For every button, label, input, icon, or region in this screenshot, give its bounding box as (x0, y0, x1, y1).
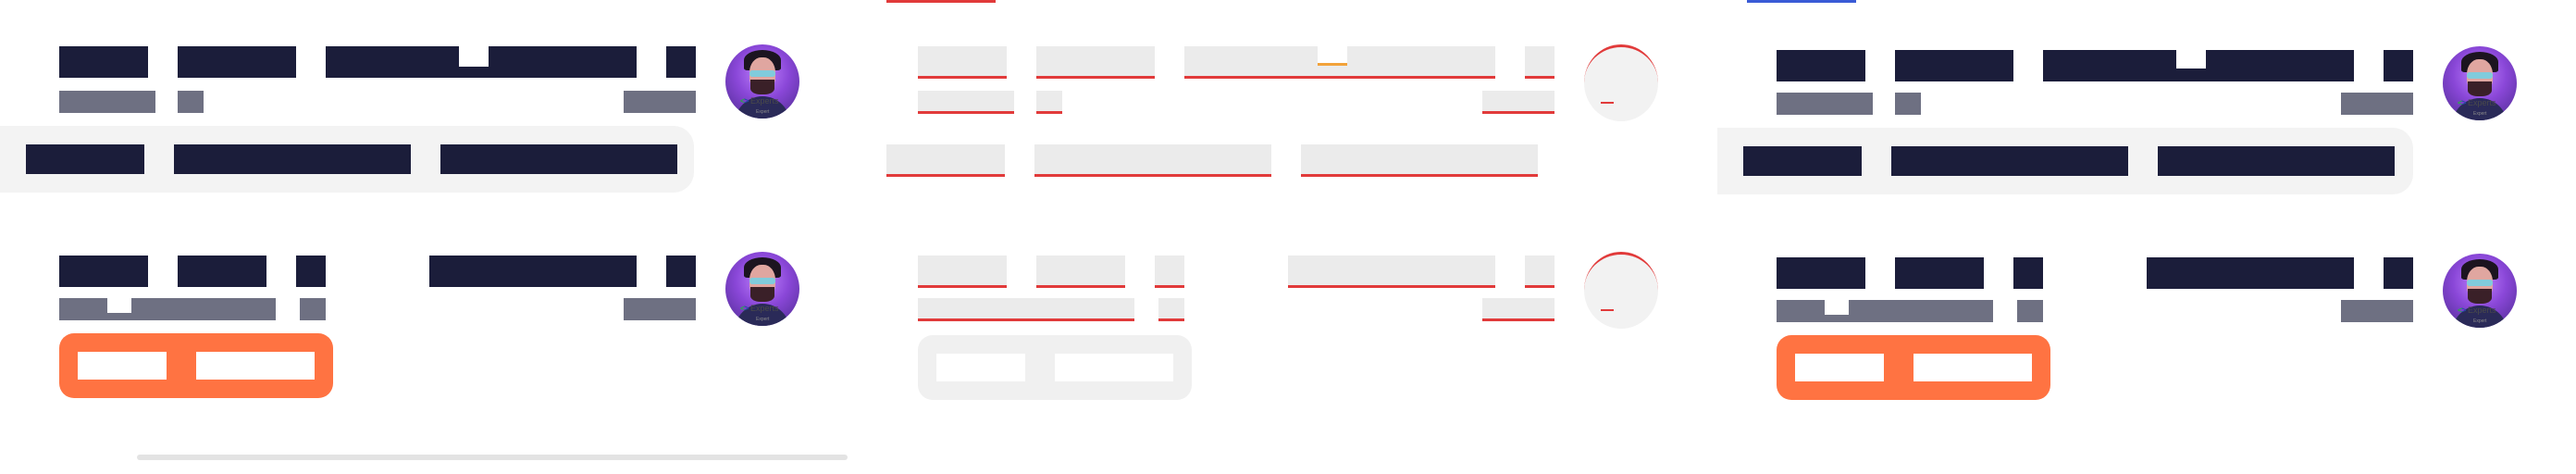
question-meta-segment (1895, 93, 1921, 115)
title-gap (459, 46, 489, 67)
avatar-skeleton-icon (1584, 44, 1658, 121)
experts-logo-icon: <> (740, 96, 749, 106)
filter-row (1717, 128, 2413, 194)
tag-chip[interactable] (1913, 354, 2032, 381)
experts-badge-label: Experts (2468, 306, 2496, 315)
title-gap (1318, 46, 1347, 66)
question-meta-segment (300, 298, 326, 320)
meta-gap (107, 298, 131, 313)
meta-skeleton (1036, 91, 1062, 114)
tag-chip-skeleton (936, 354, 1025, 381)
tag-group (1777, 335, 2050, 400)
experts-badge-sublabel: Expert (2473, 111, 2487, 117)
avatar-skeleton-icon (1584, 252, 1658, 329)
filter-row (0, 126, 694, 193)
meta-skeleton (918, 91, 1014, 114)
question-title-segment (429, 256, 637, 287)
filter-tab[interactable] (26, 144, 144, 174)
title-skeleton (1036, 256, 1125, 288)
filter-tab-skeleton (1301, 144, 1538, 177)
question-title-segment (2147, 257, 2354, 289)
question-title-segment (2384, 50, 2413, 81)
title-skeleton (918, 256, 1007, 288)
question-meta-segment (1777, 300, 1993, 322)
question-title-segment (59, 256, 148, 287)
question-title-segment (2384, 257, 2413, 289)
tag-chip-skeleton (1055, 354, 1173, 381)
question-date (624, 91, 696, 113)
experts-badge: <> Experts (2458, 306, 2496, 315)
experts-logo-icon: <> (2458, 98, 2467, 107)
question-title-segment (59, 46, 148, 78)
filter-tab[interactable] (440, 144, 677, 174)
experts-badge-label: Experts (2468, 98, 2496, 107)
question-meta-segment (1777, 93, 1873, 115)
tag-chip[interactable] (1795, 354, 1884, 381)
expert-avatar-icon[interactable] (725, 44, 799, 118)
title-skeleton (1036, 46, 1155, 79)
experts-badge: <> Experts (2458, 98, 2496, 107)
filter-tab[interactable] (174, 144, 411, 174)
experts-badge-label: Experts (750, 304, 779, 313)
question-title-segment (666, 256, 696, 287)
question-meta-segment (178, 91, 204, 113)
experts-badge-sublabel: Expert (756, 317, 770, 322)
experts-badge: <> Experts (740, 304, 779, 313)
card-list-panel-skeleton (864, 0, 1717, 474)
title-skeleton (1525, 256, 1554, 288)
question-title-segment (1895, 257, 1984, 289)
filter-tab-skeleton (886, 144, 1005, 177)
question-meta-segment (2017, 300, 2043, 322)
experts-badge-sublabel: Expert (756, 109, 770, 115)
card-list-panel-3: <> Experts Expert <> Experts Expert (1717, 0, 2576, 474)
top-accent (1747, 0, 1856, 3)
date-skeleton (1482, 91, 1554, 114)
title-skeleton (1288, 256, 1495, 288)
title-skeleton (918, 46, 1007, 79)
experts-logo-icon: <> (740, 304, 749, 313)
expert-avatar-icon[interactable] (2443, 46, 2517, 120)
experts-logo-icon: <> (2458, 306, 2467, 315)
question-date (2341, 300, 2413, 322)
top-accent (886, 0, 996, 3)
tag-group (59, 333, 333, 398)
filter-tab[interactable] (1743, 146, 1862, 176)
meta-gap (1825, 300, 1849, 315)
badge-skeleton (1601, 96, 1614, 104)
horizontal-scrollbar[interactable] (137, 455, 848, 460)
experts-badge: <> Experts (740, 96, 779, 106)
tag-chip[interactable] (196, 352, 315, 380)
title-skeleton (1155, 256, 1184, 288)
question-meta-segment (59, 298, 276, 320)
question-meta-segment (59, 91, 155, 113)
badge-skeleton (1601, 304, 1614, 311)
tag-group-skeleton (918, 335, 1192, 400)
question-title-segment (1777, 50, 1865, 81)
title-skeleton (1525, 46, 1554, 79)
filter-tab[interactable] (2158, 146, 2395, 176)
experts-badge-sublabel: Expert (2473, 318, 2487, 324)
card-list-panel-1: <> Experts Expert <> Experts Expert (0, 0, 857, 474)
expert-avatar-icon[interactable] (725, 252, 799, 326)
question-title-segment (296, 256, 326, 287)
experts-badge-label: Experts (750, 96, 779, 106)
filter-tab-skeleton (1034, 144, 1271, 177)
question-date (624, 298, 696, 320)
meta-skeleton (1158, 298, 1184, 321)
tag-chip[interactable] (78, 352, 167, 380)
date-skeleton (1482, 298, 1554, 321)
question-title-segment (178, 46, 296, 78)
expert-avatar-icon[interactable] (2443, 254, 2517, 328)
question-title-segment (2013, 257, 2043, 289)
question-title-segment (1777, 257, 1865, 289)
filter-tab[interactable] (1891, 146, 2128, 176)
question-title-segment (666, 46, 696, 78)
question-title-segment (178, 256, 266, 287)
question-date (2341, 93, 2413, 115)
title-gap (2176, 50, 2206, 69)
meta-skeleton (918, 298, 1134, 321)
question-title-segment (1895, 50, 2013, 81)
